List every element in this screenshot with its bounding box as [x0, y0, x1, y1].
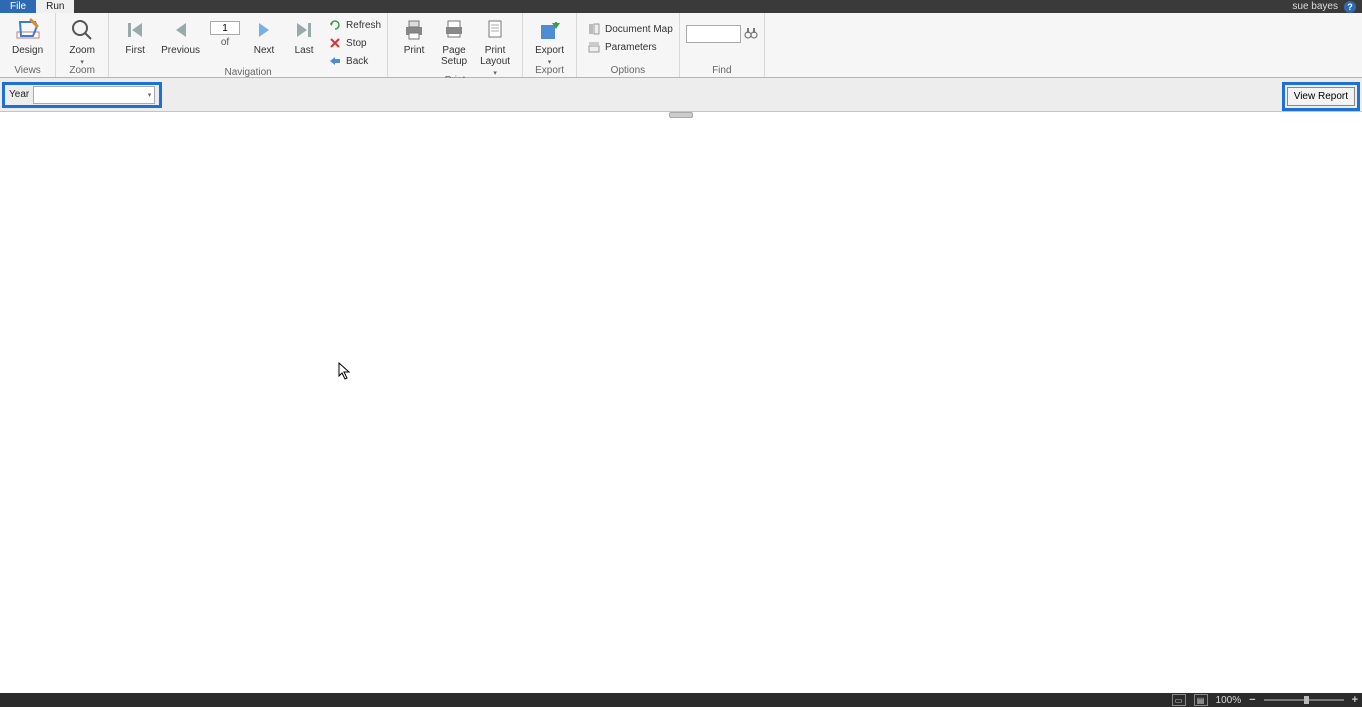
- parameters-icon: [587, 40, 601, 54]
- binoculars-icon[interactable]: [744, 26, 758, 43]
- group-views: Design Views: [0, 13, 56, 77]
- status-bar: ▭ ▤ 100% − +: [0, 693, 1362, 707]
- view-mode-1-icon[interactable]: ▭: [1172, 694, 1186, 706]
- first-label: First: [125, 45, 144, 56]
- magnifier-icon: [68, 17, 96, 43]
- group-find: Find: [680, 13, 765, 77]
- design-icon: [14, 17, 42, 43]
- refresh-icon: [328, 18, 342, 32]
- back-icon: [328, 54, 342, 68]
- parameters-button[interactable]: Parameters: [587, 39, 673, 55]
- year-parameter-highlight: Year ▾: [2, 82, 162, 108]
- page-setup-button[interactable]: PageSetup: [434, 17, 474, 67]
- year-label: Year: [9, 89, 29, 100]
- next-button[interactable]: Next: [244, 17, 284, 56]
- find-group-label: Find: [686, 65, 758, 77]
- zoom-slider[interactable]: [1264, 699, 1344, 701]
- group-navigation: First Previous of Next: [109, 13, 388, 77]
- page-setup-icon: [440, 17, 468, 43]
- page-setup-label: PageSetup: [441, 45, 467, 67]
- ribbon: Design Views Zoom ▾ Zoom: [0, 13, 1362, 78]
- print-layout-icon: [481, 17, 509, 43]
- user-name: sue bayes: [1292, 1, 1338, 12]
- view-report-highlight: View Report: [1282, 82, 1360, 111]
- zoom-label: Zoom: [69, 45, 95, 56]
- first-icon: [121, 17, 149, 43]
- refresh-button[interactable]: Refresh: [328, 17, 381, 33]
- print-label: Print: [404, 45, 425, 56]
- next-icon: [250, 17, 278, 43]
- parameters-label: Parameters: [605, 42, 657, 53]
- help-icon[interactable]: ?: [1344, 1, 1356, 13]
- previous-icon: [167, 17, 195, 43]
- find-wrap: [686, 17, 758, 43]
- group-print: Print PageSetup PrintLayout ▾ Print: [388, 13, 523, 77]
- previous-button[interactable]: Previous: [155, 17, 206, 56]
- options-group-label: Options: [583, 65, 673, 77]
- export-label: Export: [535, 45, 564, 56]
- group-options: Document Map Parameters Options: [577, 13, 680, 77]
- page-number-box: of: [206, 17, 244, 48]
- cursor-icon: [338, 362, 352, 383]
- document-map-label: Document Map: [605, 24, 673, 35]
- first-button[interactable]: First: [115, 17, 155, 56]
- next-label: Next: [254, 45, 275, 56]
- chevron-down-icon: ▾: [148, 91, 152, 99]
- zoom-in-button[interactable]: +: [1352, 694, 1358, 706]
- year-dropdown[interactable]: ▾: [33, 86, 155, 104]
- stop-button[interactable]: Stop: [328, 35, 381, 51]
- last-icon: [290, 17, 318, 43]
- design-label: Design: [12, 45, 43, 56]
- export-group-label: Export: [529, 65, 570, 77]
- of-label: of: [221, 37, 229, 48]
- nav-small-buttons: Refresh Stop Back: [324, 17, 381, 69]
- print-layout-label: PrintLayout: [480, 45, 510, 67]
- design-button[interactable]: Design: [6, 17, 49, 56]
- zoom-out-button[interactable]: −: [1249, 694, 1255, 706]
- last-button[interactable]: Last: [284, 17, 324, 56]
- group-export: Export ▾ Export: [523, 13, 577, 77]
- printer-icon: [400, 17, 428, 43]
- tab-run[interactable]: Run: [36, 0, 74, 13]
- export-icon: [536, 17, 564, 43]
- zoom-percent-label: 100%: [1216, 695, 1242, 706]
- previous-label: Previous: [161, 45, 200, 56]
- print-layout-button[interactable]: PrintLayout ▾: [474, 17, 516, 77]
- page-number-input[interactable]: [210, 21, 240, 35]
- find-input[interactable]: [686, 25, 741, 43]
- stop-label: Stop: [346, 38, 367, 49]
- last-label: Last: [295, 45, 314, 56]
- export-button[interactable]: Export ▾: [529, 17, 570, 66]
- parameter-bar: Year ▾ View Report: [0, 78, 1362, 112]
- options-buttons: Document Map Parameters: [583, 17, 673, 55]
- view-report-button[interactable]: View Report: [1287, 87, 1355, 106]
- back-label: Back: [346, 56, 368, 67]
- print-button[interactable]: Print: [394, 17, 434, 56]
- zoom-group-label: Zoom: [62, 65, 102, 77]
- tab-file[interactable]: File: [0, 0, 36, 13]
- report-canvas: [0, 118, 1362, 693]
- title-right: sue bayes ?: [1292, 0, 1356, 13]
- group-zoom: Zoom ▾ Zoom: [56, 13, 109, 77]
- title-bar: File Run sue bayes ?: [0, 0, 1362, 13]
- refresh-label: Refresh: [346, 20, 381, 31]
- stop-icon: [328, 36, 342, 50]
- document-map-icon: [587, 22, 601, 36]
- view-mode-2-icon[interactable]: ▤: [1194, 694, 1208, 706]
- zoom-button[interactable]: Zoom ▾: [62, 17, 102, 66]
- document-map-button[interactable]: Document Map: [587, 21, 673, 37]
- views-group-label: Views: [6, 65, 49, 77]
